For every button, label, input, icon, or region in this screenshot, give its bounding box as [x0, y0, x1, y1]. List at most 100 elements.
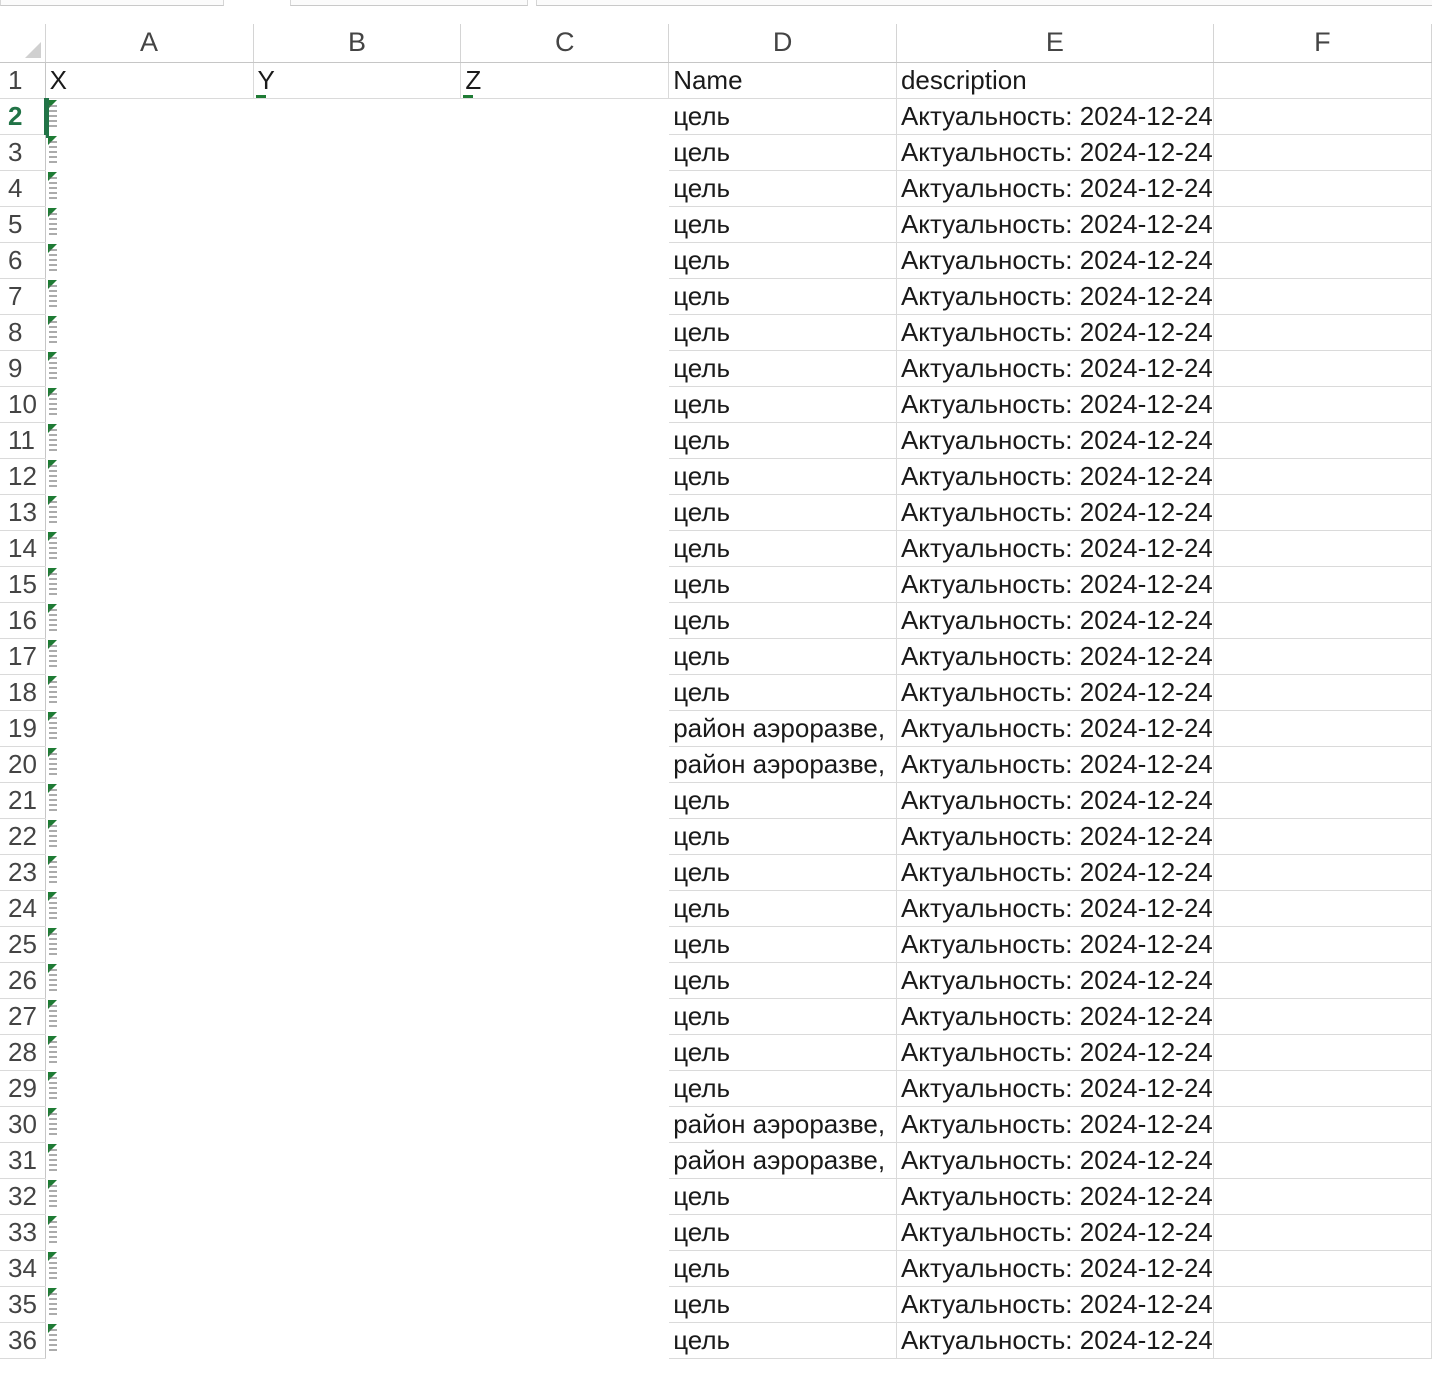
cell-description[interactable]: Актуальность: 2024-12-24	[896, 530, 1214, 567]
cell-name[interactable]: цель	[668, 566, 897, 603]
cell-z[interactable]	[460, 1106, 670, 1143]
cell-f[interactable]	[1213, 890, 1432, 927]
cell-x[interactable]	[45, 494, 254, 531]
cell-y[interactable]	[253, 926, 462, 963]
cell-name[interactable]: цель	[668, 530, 897, 567]
row-header[interactable]: 21	[0, 782, 46, 819]
cell-z[interactable]	[460, 1322, 670, 1359]
cell-z[interactable]	[460, 494, 670, 531]
cell-x[interactable]	[45, 242, 254, 279]
cell-x[interactable]	[45, 1178, 254, 1215]
select-all-corner[interactable]	[0, 24, 46, 63]
cell-name[interactable]: цель	[668, 314, 897, 351]
cell-x[interactable]	[45, 674, 254, 711]
cell-description[interactable]: Актуальность: 2024-12-24	[896, 962, 1214, 999]
cell-y[interactable]	[253, 314, 462, 351]
cell-name[interactable]: цель	[668, 170, 897, 207]
cell-description[interactable]: Актуальность: 2024-12-24	[896, 602, 1214, 639]
cell-name[interactable]: район аэроразве,	[668, 1142, 897, 1179]
cell-description[interactable]: Актуальность: 2024-12-24	[896, 350, 1214, 387]
cell-description[interactable]: Актуальность: 2024-12-24	[896, 1106, 1214, 1143]
cell-z[interactable]	[460, 890, 670, 927]
cell-z[interactable]	[460, 206, 670, 243]
cell-y[interactable]	[253, 1034, 462, 1071]
cell-x[interactable]	[45, 314, 254, 351]
row-header[interactable]: 12	[0, 458, 46, 495]
cell-x[interactable]	[45, 1070, 254, 1107]
cell-x[interactable]	[45, 386, 254, 423]
cell-y[interactable]	[253, 998, 462, 1035]
cell-y[interactable]	[253, 530, 462, 567]
cell-z[interactable]	[460, 710, 670, 747]
cell-description[interactable]: Актуальность: 2024-12-24	[896, 1286, 1214, 1323]
row-header[interactable]: 9	[0, 350, 46, 387]
cell-x[interactable]	[45, 458, 254, 495]
cell-y[interactable]	[253, 962, 462, 999]
cell-description[interactable]: Актуальность: 2024-12-24	[896, 1322, 1214, 1359]
cell-z[interactable]	[460, 782, 670, 819]
cell-f[interactable]	[1213, 1178, 1432, 1215]
cell-f[interactable]	[1213, 530, 1432, 567]
cell-y[interactable]	[253, 1106, 462, 1143]
cell-name[interactable]: цель	[668, 98, 897, 135]
cell-description[interactable]: Актуальность: 2024-12-24	[896, 854, 1214, 891]
cell-f[interactable]	[1213, 1250, 1432, 1287]
cell-f[interactable]	[1213, 962, 1432, 999]
row-header[interactable]: 6	[0, 242, 46, 279]
cell-y[interactable]	[253, 746, 462, 783]
cell-description[interactable]: Актуальность: 2024-12-24	[896, 134, 1214, 171]
row-header[interactable]: 11	[0, 422, 46, 459]
cell-description[interactable]: Актуальность: 2024-12-24	[896, 1070, 1214, 1107]
cell-description[interactable]: Актуальность: 2024-12-24	[896, 1214, 1214, 1251]
cell-x[interactable]	[45, 278, 254, 315]
cell-f[interactable]	[1213, 206, 1432, 243]
column-header-b[interactable]: B	[253, 24, 462, 63]
row-header[interactable]: 33	[0, 1214, 46, 1251]
row-header[interactable]: 29	[0, 1070, 46, 1107]
row-header[interactable]: 32	[0, 1178, 46, 1215]
cell-x[interactable]	[45, 818, 254, 855]
row-header[interactable]: 10	[0, 386, 46, 423]
cell-f[interactable]	[1213, 350, 1432, 387]
column-header-c[interactable]: C	[460, 24, 670, 63]
column-header-f[interactable]: F	[1213, 24, 1432, 63]
cell-z[interactable]	[460, 926, 670, 963]
cell-name[interactable]: цель	[668, 242, 897, 279]
cell-description[interactable]: Актуальность: 2024-12-24	[896, 782, 1214, 819]
row-header[interactable]: 23	[0, 854, 46, 891]
cell-y[interactable]	[253, 1214, 462, 1251]
cell-description[interactable]: Актуальность: 2024-12-24	[896, 710, 1214, 747]
row-header[interactable]: 31	[0, 1142, 46, 1179]
cell-name[interactable]: цель	[668, 890, 897, 927]
cell-x[interactable]	[45, 1142, 254, 1179]
cell-name[interactable]: цель	[668, 638, 897, 675]
cell-z[interactable]	[460, 530, 670, 567]
cell-description[interactable]: Актуальность: 2024-12-24	[896, 314, 1214, 351]
cell-y[interactable]	[253, 1178, 462, 1215]
cell-f[interactable]	[1213, 314, 1432, 351]
cell-x[interactable]	[45, 1214, 254, 1251]
cell-z[interactable]	[460, 1034, 670, 1071]
cell-description[interactable]: Актуальность: 2024-12-24	[896, 674, 1214, 711]
cell-x[interactable]	[45, 422, 254, 459]
row-header[interactable]: 2	[0, 98, 47, 135]
cell-name[interactable]: цель	[668, 818, 897, 855]
cell-z[interactable]	[460, 1286, 670, 1323]
cell-description[interactable]: Актуальность: 2024-12-24	[896, 206, 1214, 243]
row-header[interactable]: 30	[0, 1106, 46, 1143]
row-header[interactable]: 19	[0, 710, 46, 747]
cell-f[interactable]	[1213, 494, 1432, 531]
cell-f[interactable]	[1213, 278, 1432, 315]
cell-x[interactable]	[45, 854, 254, 891]
cell-name[interactable]: цель	[668, 134, 897, 171]
cell-x[interactable]	[45, 998, 254, 1035]
cell-x[interactable]	[45, 782, 254, 819]
name-box-edge[interactable]	[0, 0, 224, 6]
row-header[interactable]: 22	[0, 818, 46, 855]
cell-name[interactable]: район аэроразве,	[668, 710, 897, 747]
cell-name[interactable]: цель	[668, 998, 897, 1035]
row-header[interactable]: 26	[0, 962, 46, 999]
formula-input-edge[interactable]	[536, 0, 1432, 6]
cell-f[interactable]	[1213, 1214, 1432, 1251]
row-header[interactable]: 1	[0, 62, 46, 99]
